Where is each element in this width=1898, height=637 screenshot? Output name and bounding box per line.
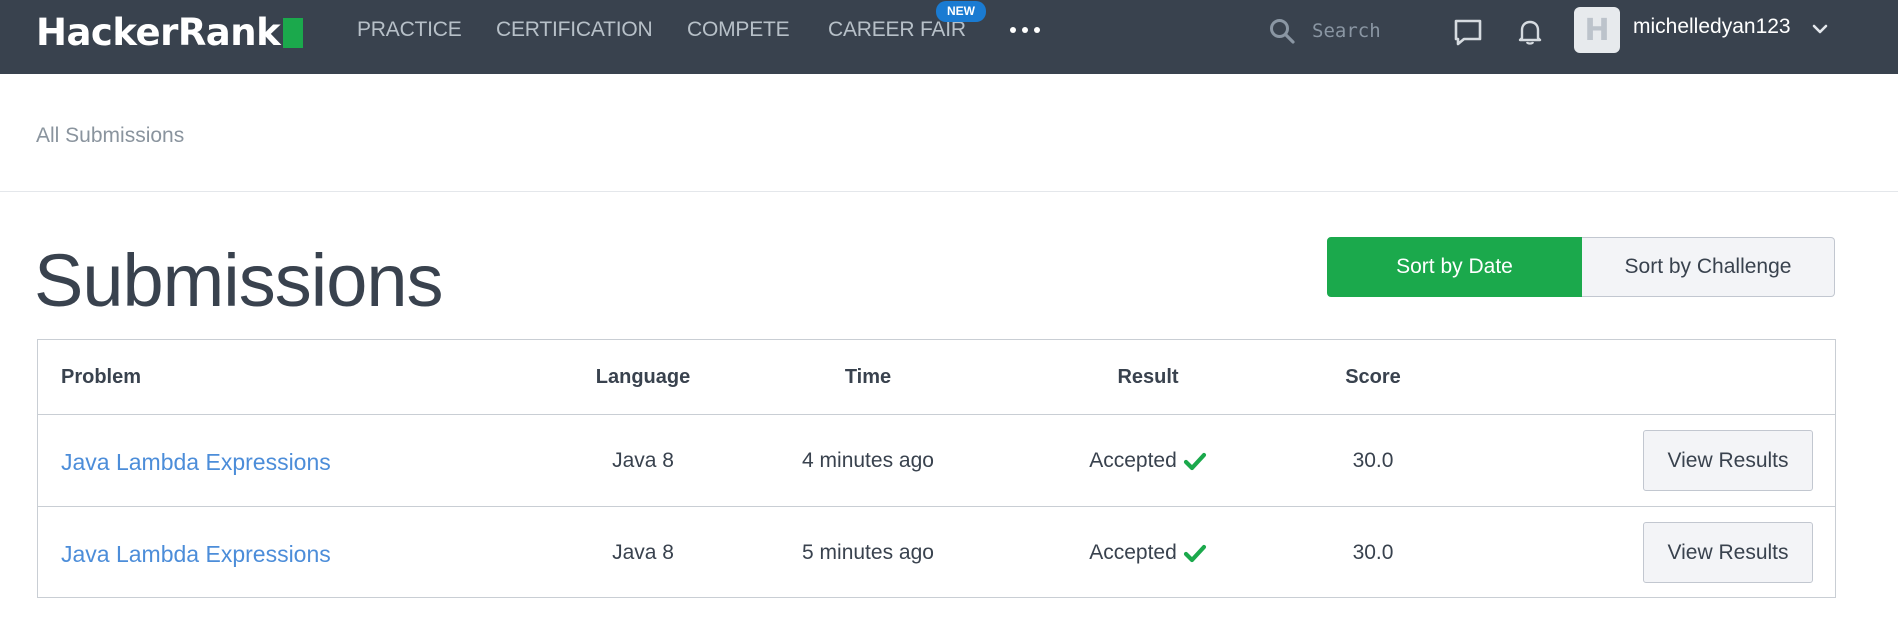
problem-link[interactable]: Java Lambda Expressions [61,449,331,476]
problem-cell: Java Lambda Expressions [61,415,331,506]
result-text: Accepted [1089,540,1177,564]
table-row: Java Lambda Expressions Java 8 4 minutes… [38,415,1835,507]
new-badge: NEW [936,1,986,22]
submissions-table: Problem Language Time Result Score Java … [37,339,1836,598]
score-cell: 30.0 [1352,448,1394,472]
header-time: Time [844,365,892,388]
table-header-row: Problem Language Time Result Score [38,340,1835,415]
problem-link[interactable]: Java Lambda Expressions [61,541,331,568]
hackerrank-logo[interactable]: HackerRank [36,10,304,54]
nav-practice[interactable]: PRACTICE [357,18,462,44]
chat-bubble-icon[interactable] [1452,16,1484,48]
search-icon [1270,19,1295,44]
search-box[interactable] [1268,10,1428,52]
view-results-button[interactable]: View Results [1643,430,1813,491]
table-row: Java Lambda Expressions Java 8 5 minutes… [38,507,1835,598]
sort-by-date-button[interactable]: Sort by Date [1327,237,1582,297]
bell-icon[interactable] [1514,16,1546,48]
check-icon [1183,544,1206,562]
nav-compete[interactable]: COMPETE [687,18,790,44]
search-input[interactable] [1310,16,1420,46]
view-results-button[interactable]: View Results [1643,522,1813,583]
sort-by-challenge-button[interactable]: Sort by Challenge [1582,237,1835,297]
page-title: Submissions [34,239,444,322]
breadcrumb[interactable]: All Submissions [36,124,184,148]
result-text: Accepted [1089,448,1177,472]
time-cell: 5 minutes ago [802,540,934,564]
time-cell: 4 minutes ago [802,448,934,472]
check-icon [1183,452,1206,470]
problem-cell: Java Lambda Expressions [61,507,331,598]
nav-certification[interactable]: CERTIFICATION [496,18,653,44]
avatar[interactable]: H [1574,7,1620,53]
header-score: Score [1345,365,1401,388]
ellipsis-icon[interactable] [1010,20,1040,40]
score-cell: 30.0 [1352,540,1394,564]
breadcrumb-bar: All Submissions [0,74,1898,192]
logo-text: HackerRank [36,10,281,54]
chevron-down-icon[interactable] [1810,19,1830,39]
username[interactable]: michelledyan123 [1633,15,1791,39]
logo-block-icon [283,18,304,48]
sort-toggle-group: Sort by Date Sort by Challenge [1327,237,1835,297]
header-problem: Problem [61,365,142,388]
top-navbar: HackerRank PRACTICE CERTIFICATION COMPET… [0,0,1898,74]
